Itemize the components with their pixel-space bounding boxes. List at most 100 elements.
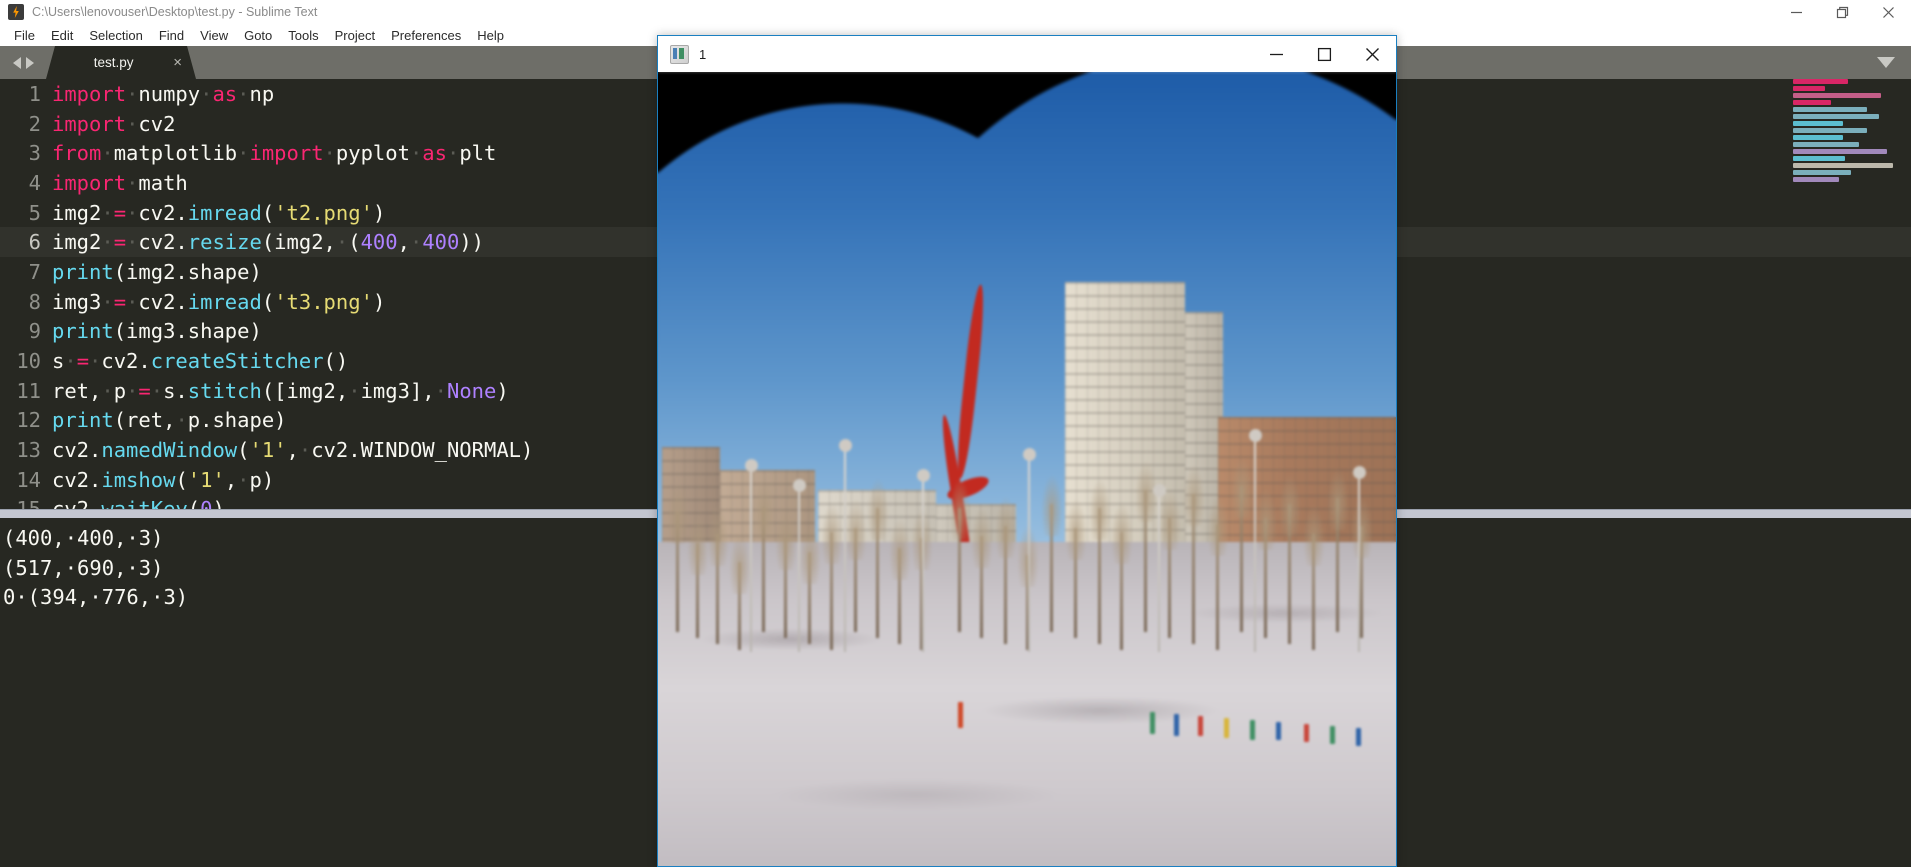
- tree: [1255, 488, 1277, 638]
- lamp-head: [839, 439, 852, 452]
- line-number: 10: [16, 349, 41, 374]
- maximize-icon: [1317, 47, 1331, 61]
- flag-banner: [1250, 720, 1255, 740]
- code-text: print(img3.shape): [52, 319, 262, 344]
- window-title: C:\Users\lenovouser\Desktop\test.py - Su…: [32, 5, 318, 19]
- tree: [1183, 464, 1205, 644]
- tab-nav-arrows[interactable]: [0, 46, 46, 79]
- opencv-titlebar[interactable]: 1: [658, 36, 1396, 72]
- tree: [867, 478, 889, 638]
- flag-banner: [1276, 722, 1281, 740]
- panorama-image[interactable]: [658, 72, 1396, 866]
- flag-banner: [1224, 718, 1229, 738]
- tab-test-py[interactable]: test.py ×: [46, 46, 196, 79]
- lamp-head: [793, 479, 806, 492]
- tree: [1351, 496, 1373, 638]
- maximize-icon: [1836, 6, 1848, 18]
- tree: [1279, 474, 1301, 644]
- minimize-icon: [1269, 53, 1283, 55]
- close-icon: [1882, 6, 1894, 18]
- sublime-titlebar: C:\Users\lenovouser\Desktop\test.py - Su…: [0, 0, 1911, 24]
- line-number: 2: [28, 111, 41, 136]
- light-pole: [745, 459, 758, 652]
- lamp-head: [1153, 484, 1166, 497]
- code-text: import·numpy·as·np: [52, 81, 275, 106]
- menu-goto[interactable]: Goto: [236, 26, 280, 45]
- tree: [971, 506, 993, 638]
- menu-project[interactable]: Project: [327, 26, 383, 45]
- code-text: cv2.imshow('1',·p): [52, 467, 275, 492]
- code-text: import·cv2: [52, 111, 176, 136]
- menu-help[interactable]: Help: [469, 26, 512, 45]
- code-text: import·math: [52, 170, 188, 195]
- line-number: 12: [16, 408, 41, 433]
- tree: [1159, 488, 1181, 638]
- tree: [889, 518, 911, 644]
- flag-banner: [1150, 712, 1155, 734]
- opencv-close-button[interactable]: [1348, 36, 1396, 72]
- menu-edit[interactable]: Edit: [43, 26, 81, 45]
- close-icon: [1365, 47, 1379, 61]
- menu-file[interactable]: File: [6, 26, 43, 45]
- menu-preferences[interactable]: Preferences: [383, 26, 469, 45]
- tab-label: test.py: [93, 55, 134, 70]
- tree: [1327, 468, 1349, 632]
- line-number: 13: [16, 438, 41, 463]
- flag-banner: [958, 702, 963, 728]
- code-text: s·=·cv2.createStitcher(): [52, 349, 349, 374]
- tree: [1135, 460, 1157, 632]
- code-text: img2·=·cv2.resize(img2,·(400,·400)): [52, 230, 485, 255]
- tree: [707, 504, 729, 644]
- lamp-head: [917, 469, 930, 482]
- flag-banner: [1356, 728, 1361, 746]
- previous-tab-icon[interactable]: [12, 56, 21, 69]
- sublime-text-icon: [8, 4, 24, 20]
- opencv-image-window[interactable]: 1: [657, 35, 1397, 867]
- image-window-icon: [670, 44, 689, 64]
- minimap[interactable]: [1793, 79, 1903, 209]
- line-number: 1: [28, 81, 41, 106]
- tab-close-icon[interactable]: ×: [173, 55, 182, 70]
- code-text: print(img2.shape): [52, 259, 262, 284]
- code-text: img3·=·cv2.imread('t3.png'): [52, 289, 386, 314]
- menu-find[interactable]: Find: [151, 26, 192, 45]
- next-tab-icon[interactable]: [25, 56, 34, 69]
- menu-view[interactable]: View: [192, 26, 236, 45]
- maximize-button[interactable]: [1819, 0, 1865, 24]
- menu-tools[interactable]: Tools: [280, 26, 326, 45]
- line-number: 7: [28, 259, 41, 284]
- tree: [1089, 478, 1111, 644]
- tree: [753, 477, 775, 632]
- opencv-minimize-button[interactable]: [1252, 36, 1300, 72]
- tree: [1111, 502, 1133, 650]
- tab-overflow-button[interactable]: [1871, 46, 1901, 79]
- tree: [949, 478, 971, 632]
- code-text: cv2.namedWindow('1',·cv2.WINDOW_NORMAL): [52, 438, 534, 463]
- code-text: ret,·p·=·s.stitch([img2,·img3],·None): [52, 378, 509, 403]
- tree: [1303, 504, 1325, 650]
- line-number: 3: [28, 141, 41, 166]
- tree: [775, 508, 797, 638]
- tree: [799, 522, 821, 644]
- lamp-head: [745, 459, 758, 472]
- light-pole: [839, 439, 852, 652]
- minimize-button[interactable]: [1773, 0, 1819, 24]
- code-text: print(ret,·p.shape): [52, 408, 287, 433]
- tree: [1065, 498, 1087, 638]
- tree: [1231, 456, 1253, 632]
- close-button[interactable]: [1865, 0, 1911, 24]
- menu-selection[interactable]: Selection: [81, 26, 150, 45]
- code-text: img2·=·cv2.imread('t2.png'): [52, 200, 386, 225]
- line-number: 5: [28, 200, 41, 225]
- chevron-down-icon: [1877, 57, 1895, 68]
- tree: [845, 498, 867, 632]
- tree: [821, 502, 843, 650]
- opencv-window-controls: [1252, 36, 1396, 72]
- light-pole: [1249, 429, 1262, 652]
- light-pole: [1353, 466, 1366, 652]
- tree: [687, 513, 709, 638]
- line-number: 4: [28, 170, 41, 195]
- line-number: 9: [28, 319, 41, 344]
- opencv-maximize-button[interactable]: [1300, 36, 1348, 72]
- lamp-head: [1249, 429, 1262, 442]
